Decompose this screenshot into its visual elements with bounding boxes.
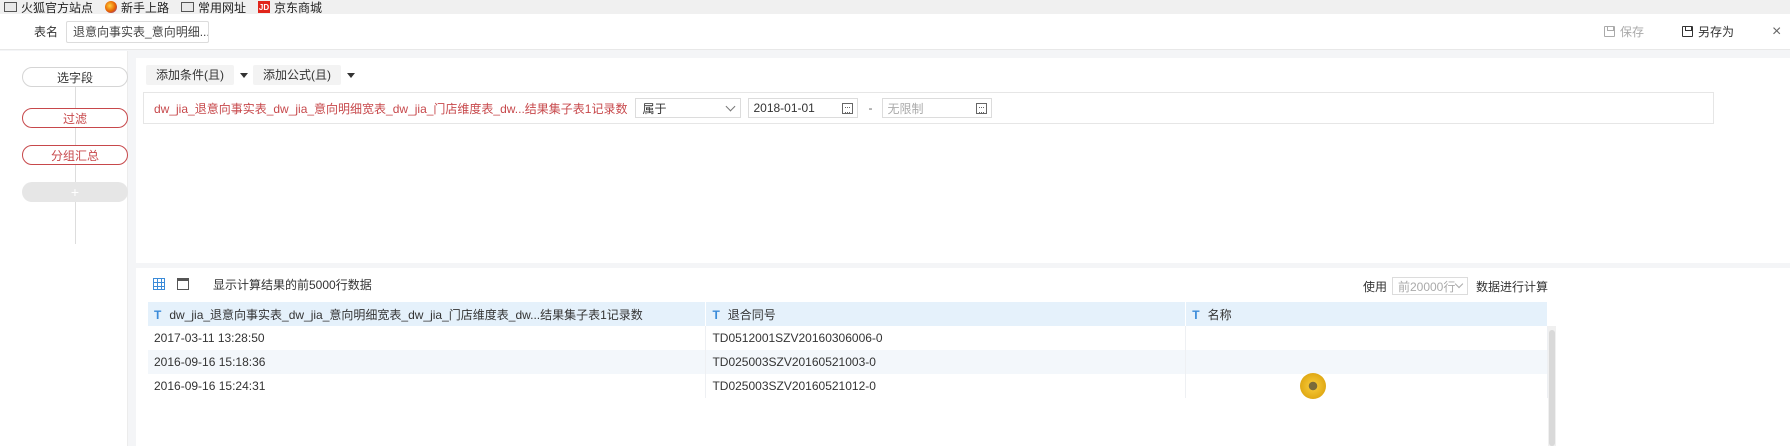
row-limit-select[interactable]: 前20000行 bbox=[1391, 277, 1468, 295]
preview-table: Tdw_jia_退意向事实表_dw_jia_意向明细宽表_dw_jia_门店维度… bbox=[148, 302, 1548, 398]
save-as-label: 另存为 bbox=[1697, 25, 1734, 39]
save-as-button[interactable]: 另存为 bbox=[1681, 23, 1734, 40]
text-type-icon: T bbox=[154, 307, 162, 322]
column-header[interactable]: T 名称 bbox=[1185, 302, 1548, 326]
table-cell bbox=[1185, 374, 1548, 398]
filter-panel: 添加条件(且) 添加公式(且) dw_jia_退意向事实表_dw_jia_意向明… bbox=[136, 58, 1790, 263]
column-header-label: 退合同号 bbox=[727, 307, 776, 322]
caret-down-icon[interactable] bbox=[240, 72, 248, 78]
add-condition-dropdown[interactable]: 添加条件(且) bbox=[146, 65, 248, 85]
table-cell bbox=[1185, 326, 1548, 350]
step-filter[interactable]: 过滤 bbox=[22, 108, 128, 128]
caret-down-icon[interactable] bbox=[347, 72, 355, 78]
table-cell bbox=[1185, 350, 1548, 374]
start-date-input[interactable]: 2018-01-01 bbox=[748, 98, 859, 118]
chevron-down-icon bbox=[726, 101, 736, 111]
row-limit-control: 使用 前20000行 数据进行计算 bbox=[1363, 277, 1548, 295]
add-formula-dropdown[interactable]: 添加公式(且) bbox=[253, 65, 355, 85]
save-as-icon bbox=[1681, 26, 1693, 37]
compute-label: 数据进行计算 bbox=[1475, 279, 1548, 294]
end-date-input[interactable]: 无限制 bbox=[882, 98, 993, 118]
firefox-icon bbox=[105, 1, 118, 13]
condition-field[interactable]: dw_jia_退意向事实表_dw_jia_意向明细宽表_dw_jia_门店维度表… bbox=[154, 100, 627, 117]
close-icon[interactable]: × bbox=[1772, 23, 1786, 41]
step-group-summary[interactable]: 分组汇总 bbox=[22, 145, 128, 165]
column-header-label: dw_jia_退意向事实表_dw_jia_意向明细宽表_dw_jia_门店维度表… bbox=[169, 307, 643, 322]
column-header-label: 名称 bbox=[1207, 307, 1232, 322]
use-label: 使用 bbox=[1362, 279, 1387, 294]
table-name-input[interactable]: 退意向事实表_意向明细... bbox=[66, 20, 210, 43]
table-header-row: Tdw_jia_退意向事实表_dw_jia_意向明细宽表_dw_jia_门店维度… bbox=[148, 302, 1548, 326]
bookmarks-bar: 火狐官方站点 新手上路 常用网址 JD 京东商城 bbox=[0, 0, 1790, 15]
preview-panel: 显示计算结果的前5000行数据 使用 前20000行 数据进行计算 Tdw_ji… bbox=[136, 268, 1790, 446]
grid-view-icon[interactable] bbox=[153, 278, 165, 290]
column-header[interactable]: Tdw_jia_退意向事实表_dw_jia_意向明细宽表_dw_jia_门店维度… bbox=[148, 302, 707, 326]
table-cell: 2016-09-16 15:18:36 bbox=[148, 350, 707, 374]
calendar-icon[interactable] bbox=[976, 102, 988, 114]
date-range-separator: - bbox=[868, 101, 873, 115]
table-row: 2017-03-11 13:28:50 TD0512001SZV20160306… bbox=[148, 326, 1548, 350]
save-button[interactable]: 保存 bbox=[1603, 23, 1644, 40]
step-select-fields[interactable]: 选字段 bbox=[22, 67, 128, 87]
preview-note: 显示计算结果的前5000行数据 bbox=[213, 277, 372, 292]
table-scrollbar[interactable] bbox=[1548, 326, 1556, 446]
save-icon bbox=[1603, 26, 1615, 37]
table-view-icon[interactable] bbox=[177, 278, 189, 290]
chevron-down-icon bbox=[1454, 279, 1464, 289]
table-row: 2016-09-16 15:24:31 TD025003SZV201605210… bbox=[148, 374, 1548, 398]
start-date-value: 2018-01-01 bbox=[753, 101, 815, 115]
folder-icon bbox=[4, 2, 17, 12]
column-header[interactable]: T 退合同号 bbox=[705, 302, 1187, 326]
add-condition-button[interactable]: 添加条件(且) bbox=[146, 65, 234, 85]
table-name-label: 表名 bbox=[34, 25, 59, 39]
save-label: 保存 bbox=[1619, 25, 1644, 39]
table-cell: TD0512001SZV20160306006-0 bbox=[705, 326, 1187, 350]
add-step-button[interactable]: + bbox=[22, 182, 128, 202]
preview-toolbar: 显示计算结果的前5000行数据 使用 前20000行 数据进行计算 bbox=[136, 268, 1548, 300]
text-type-icon: T bbox=[1192, 307, 1200, 322]
table-cell: 2017-03-11 13:28:50 bbox=[148, 326, 707, 350]
editor-header: 表名 退意向事实表_意向明细... 保存 另存为 × bbox=[0, 14, 1790, 50]
end-date-placeholder: 无限制 bbox=[887, 101, 924, 116]
filter-condition-row: dw_jia_退意向事实表_dw_jia_意向明细宽表_dw_jia_门店维度表… bbox=[143, 92, 1714, 124]
row-limit-placeholder: 前20000行 bbox=[1397, 279, 1456, 294]
gear-icon[interactable] bbox=[1300, 373, 1326, 399]
steps-panel: 选字段 过滤 分组汇总 + bbox=[0, 51, 128, 446]
table-row: 2016-09-16 15:18:36 TD025003SZV201605210… bbox=[148, 350, 1548, 374]
operator-value: 属于 bbox=[642, 101, 667, 116]
text-type-icon: T bbox=[712, 307, 720, 322]
table-cell: TD025003SZV20160521012-0 bbox=[705, 374, 1187, 398]
jd-icon: JD bbox=[258, 1, 271, 13]
scrollbar-thumb[interactable] bbox=[1549, 330, 1555, 446]
add-formula-button[interactable]: 添加公式(且) bbox=[253, 65, 341, 85]
table-cell: TD025003SZV20160521003-0 bbox=[705, 350, 1187, 374]
operator-select[interactable]: 属于 bbox=[635, 98, 742, 118]
table-cell: 2016-09-16 15:24:31 bbox=[148, 374, 707, 398]
calendar-icon[interactable] bbox=[842, 102, 854, 114]
folder-icon bbox=[181, 2, 195, 12]
